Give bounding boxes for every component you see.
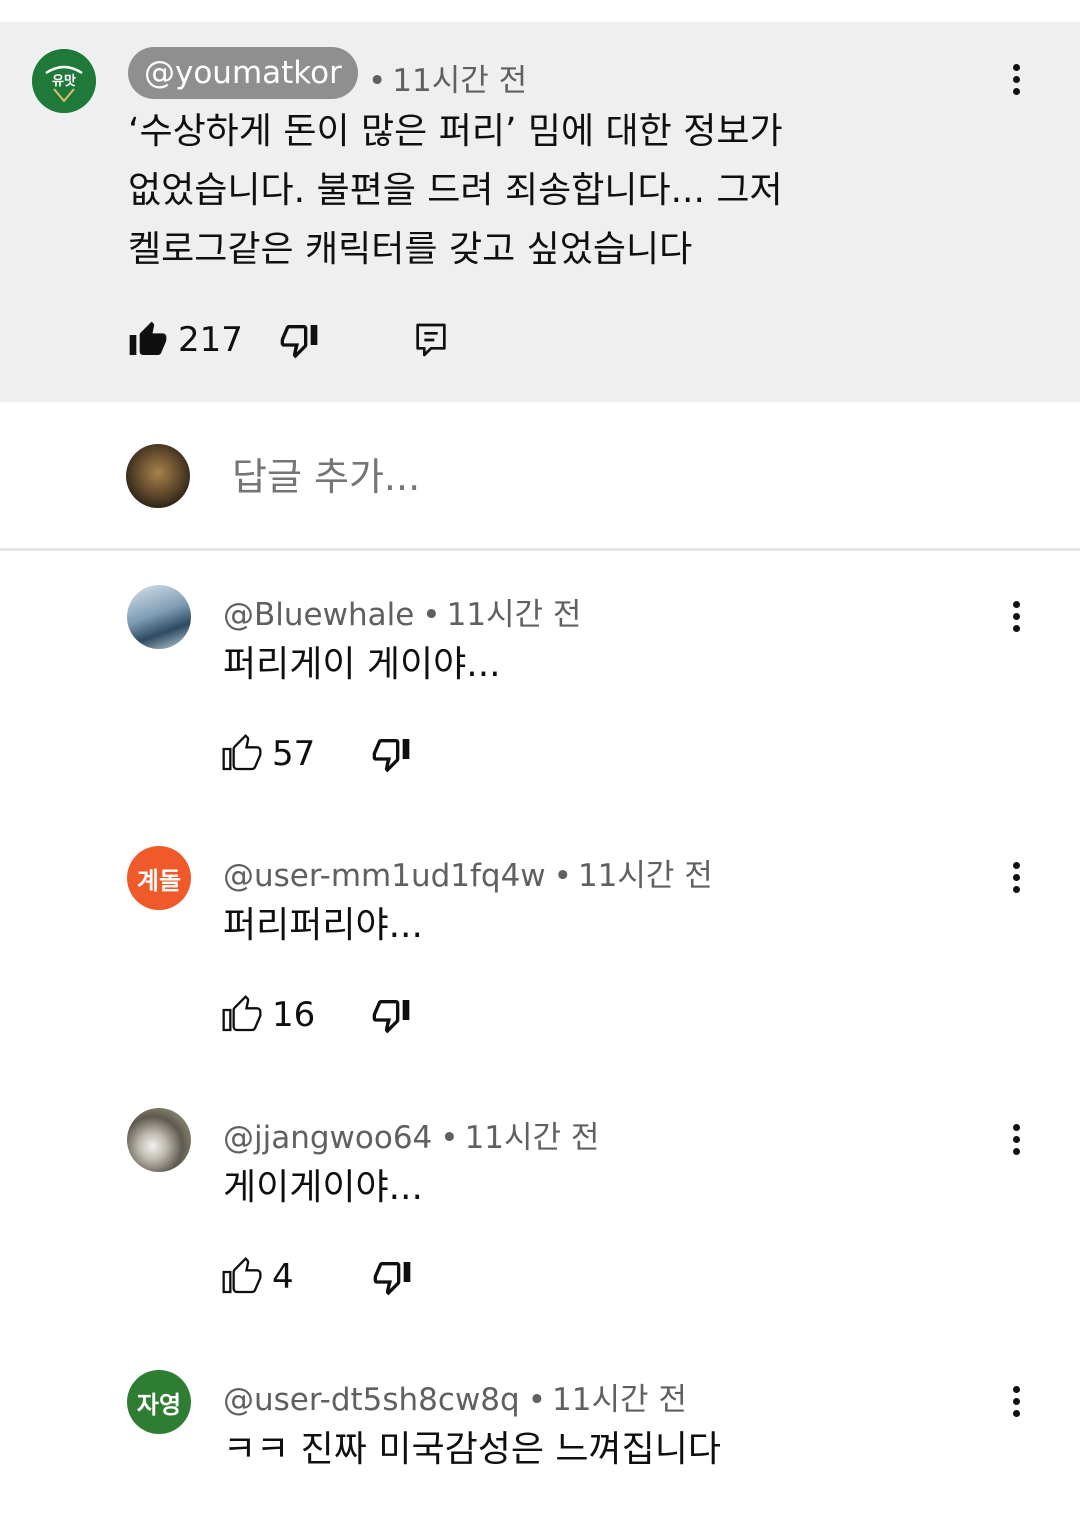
thumbs-up-filled-icon: [129, 321, 167, 355]
more-vertical-icon: [1012, 861, 1020, 869]
reply-author[interactable]: @jjangwoo64: [223, 1120, 432, 1156]
divider: [0, 548, 1080, 551]
author-name-badge[interactable]: @youmatkor: [128, 47, 358, 99]
top-strip: [0, 0, 1080, 22]
more-vertical-icon: [1012, 63, 1020, 71]
comment-line: 켈로그같은 캐릭터를 갖고 싶었습니다: [128, 229, 693, 270]
comment-line: ‘수상하게 돈이 많은 퍼리’ 밈에 대한 정보가: [128, 111, 783, 152]
reply-avatar[interactable]: [127, 1108, 191, 1172]
reply-timestamp: 11시간 전: [552, 1382, 687, 1418]
dislike-button[interactable]: [279, 320, 319, 360]
more-vertical-icon: [1012, 1123, 1020, 1131]
current-user-avatar: [126, 444, 190, 508]
comment-actions: 217: [128, 315, 451, 365]
svg-text:유맛: 유맛: [52, 73, 76, 89]
parent-comment: 유맛 @youmatkor • 11시간 전 ‘수상하게 돈이 많은 퍼리’ 밈에…: [0, 22, 1080, 402]
avatar-initials: 계돌: [136, 866, 182, 895]
meta-separator: •: [553, 858, 572, 894]
more-options-button[interactable]: [996, 591, 1036, 641]
thumbs-down-icon: [372, 739, 410, 773]
dislike-button[interactable]: [372, 1257, 412, 1297]
youmatkor-logo-icon: 유맛: [32, 49, 96, 113]
meta-separator: •: [440, 1120, 459, 1156]
like-button[interactable]: [222, 1257, 262, 1297]
reply-meta: @jjangwoo64 • 11시간 전: [223, 1112, 599, 1157]
comment-body: ‘수상하게 돈이 많은 퍼리’ 밈에 대한 정보가 없었습니다. 불편을 드려 …: [128, 102, 783, 279]
more-options-button[interactable]: [996, 54, 1036, 104]
reply-item: @Bluewhale • 11시간 전 퍼리게이 게이야... 57: [0, 585, 1080, 847]
add-reply-row: [0, 402, 1080, 550]
reply-actions: 4: [222, 1252, 412, 1302]
more-options-button[interactable]: [996, 1114, 1036, 1164]
meta-separator: •: [527, 1382, 546, 1418]
reply-meta: @user-mm1ud1fq4w • 11시간 전: [223, 850, 713, 895]
reply-timestamp: 11시간 전: [464, 1120, 600, 1156]
thumbs-up-icon: [222, 995, 262, 1032]
like-count: 16: [272, 995, 316, 1035]
reply-actions: 57: [222, 729, 411, 779]
meta-separator: •: [368, 63, 387, 99]
reply-author[interactable]: @user-mm1ud1fq4w: [223, 858, 546, 894]
reply-text: 퍼리퍼리야...: [223, 905, 423, 946]
reply-button[interactable]: [411, 320, 451, 360]
like-count: 4: [272, 1257, 294, 1297]
reply-input[interactable]: [232, 452, 932, 502]
dislike-button[interactable]: [371, 995, 411, 1035]
reply-author[interactable]: @Bluewhale: [223, 597, 414, 633]
reply-meta: @Bluewhale • 11시간 전: [223, 589, 581, 634]
timestamp-text: 11시간 전: [392, 63, 528, 99]
thumbs-down-icon: [373, 1262, 410, 1296]
reply-timestamp: 11시간 전: [446, 597, 582, 633]
like-count: 57: [272, 734, 316, 774]
author-avatar[interactable]: 유맛: [32, 49, 96, 113]
thumbs-down-icon: [372, 1000, 410, 1034]
reply-item: 계돌 @user-mm1ud1fq4w • 11시간 전 퍼리퍼리야... 16: [0, 846, 1080, 1108]
reply-avatar[interactable]: 자영: [127, 1370, 191, 1434]
more-vertical-icon: [1012, 1385, 1020, 1393]
more-options-button[interactable]: [996, 852, 1036, 902]
reply-timestamp: 11시간 전: [577, 858, 713, 894]
reply-text: 퍼리게이 게이야...: [223, 644, 501, 685]
reply-item: 자영 @user-dt5sh8cw8q • 11시간 전 ㅋㅋ 진짜 미국감성은 느…: [0, 1370, 1080, 1527]
like-count: 217: [178, 320, 243, 360]
meta-separator: •: [422, 597, 441, 633]
reply-author[interactable]: @user-dt5sh8cw8q: [223, 1382, 520, 1418]
more-vertical-icon: [1012, 600, 1020, 608]
comment-timestamp: • 11시간 전: [360, 55, 527, 100]
dislike-button[interactable]: [371, 734, 411, 774]
comment-line: 없었습니다. 불편을 드려 죄송합니다... 그저: [128, 170, 783, 211]
reply-meta: @user-dt5sh8cw8q • 11시간 전: [223, 1374, 687, 1419]
reply-text: ㅋㅋ 진짜 미국감성은 느껴집니다: [223, 1429, 722, 1470]
avatar-initials: 자영: [136, 1390, 182, 1419]
reply-item: @jjangwoo64 • 11시간 전 게이게이야... 4: [0, 1108, 1080, 1370]
more-options-button[interactable]: [996, 1376, 1036, 1426]
comment-reply-icon: [416, 323, 446, 357]
like-button[interactable]: [222, 734, 262, 774]
like-button[interactable]: [222, 995, 262, 1035]
reply-actions: 16: [222, 990, 411, 1040]
reply-avatar[interactable]: [127, 585, 191, 649]
thumbs-up-icon: [222, 734, 262, 771]
like-button[interactable]: [128, 320, 168, 360]
thumbs-down-icon: [280, 325, 318, 359]
reply-avatar[interactable]: 계돌: [127, 846, 191, 910]
thumbs-up-icon: [222, 1257, 262, 1294]
reply-text: 게이게이야...: [223, 1167, 423, 1208]
